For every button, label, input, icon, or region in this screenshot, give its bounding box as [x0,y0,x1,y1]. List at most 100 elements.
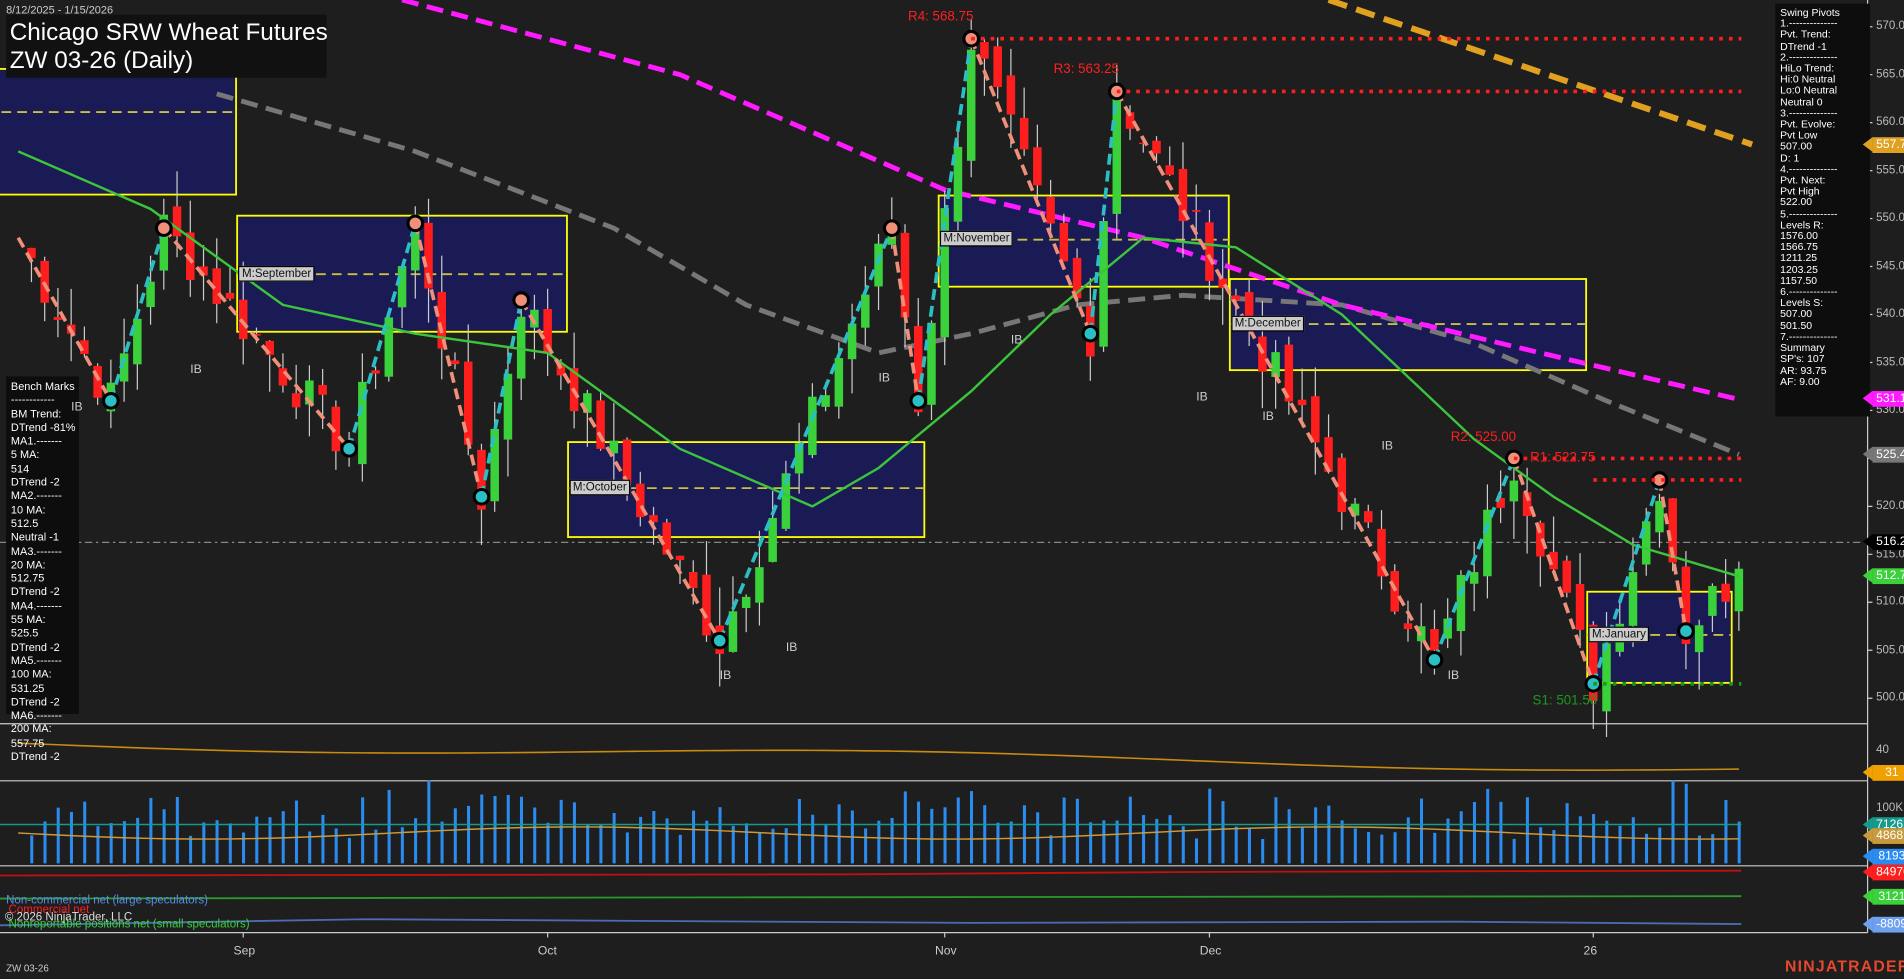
candle-body [397,266,407,308]
candle-body [1059,222,1069,262]
volume-bar [30,835,34,864]
candle-body [993,46,1002,88]
price-tag-value: 512.71 [1872,568,1904,585]
price-tag: 3121 [1862,888,1904,905]
candle-body [291,393,301,408]
bench-line: MA2.------- [10,489,62,502]
candle-body [371,370,380,374]
price-chart[interactable] [0,0,1904,979]
volume-bar [1525,797,1529,864]
volume-bar [877,820,881,864]
swing-pivot-marker [340,440,358,458]
volume-bar [956,797,960,864]
zigzag-segment [1512,457,1596,685]
zigzag-segment [969,38,1093,335]
volume-bar [1287,809,1291,864]
bench-line: 100 MA: [10,668,52,681]
candle-body [675,555,685,561]
volume-tick: 100K [1876,801,1904,815]
volume-bar [440,821,444,864]
candle-body [1562,560,1572,593]
y-tick-label: 505.00 [1876,642,1904,657]
bench-line: 200 MA: [10,723,52,736]
bench-line: DTrend -2 [10,476,60,489]
candle-body [1006,75,1016,115]
zigzag-segment [1115,90,1437,661]
candle-body [980,42,989,59]
swing-pivot-marker [102,392,120,410]
volume-bar [1194,838,1199,864]
volume-bar [811,814,815,864]
price-tag-value: 84970 [1872,863,1904,880]
volume-bar [546,822,550,864]
volume-bar [1539,827,1543,864]
candle-body [1694,625,1704,653]
volume-bar [1737,821,1741,864]
volume-bar [1102,820,1106,864]
oscillator-line [18,742,1739,771]
level-label: S1: 501.50 [1532,693,1598,709]
bench-line: BM Trend: [10,407,62,420]
ib-label: IB [785,640,798,655]
noncommercial-net-line [0,918,1742,927]
volume-bar [1009,821,1013,864]
volume-bar [586,824,590,864]
volume-bar [228,823,232,864]
price-tag-value: 525.41 [1872,446,1904,463]
volume-bar [1049,835,1053,864]
candle-body [1628,572,1638,626]
volume-bar [1168,815,1172,864]
volume-bar [718,807,722,864]
volume-bar [427,780,431,864]
price-tag: 557.72 [1862,136,1904,153]
volume-bar [467,805,471,864]
commercial-net-line [0,869,1742,877]
volume-bar [387,789,391,864]
y-tick-label: 560.00 [1876,115,1904,129]
x-tick-label: Oct [537,944,557,959]
volume-bar [837,804,841,864]
month-label: M:January [1588,626,1650,643]
bench-line: 557.75 [10,736,45,749]
price-tag-value: 531.15 [1872,391,1904,408]
instrument-label: ZW 03-26 [6,962,49,974]
swing-pivots-panel: Swing Pivots 1.-------------- Pvt. Trend: D… [1775,3,1871,417]
volume-bar [1353,828,1357,864]
price-tag-value: -88091 [1872,916,1904,932]
chart-subtitle: ZW 03-26 (Daily) [9,47,194,75]
ib-label: IB [1010,333,1023,348]
y-tick-label: 510.00 [1876,595,1904,609]
price-tag-value: 3121 [1872,888,1904,905]
volume-bars [30,780,1741,864]
volume-bar [705,820,709,864]
level-label: R2: 525.00 [1450,429,1517,444]
ib-label: IB [71,400,83,415]
bench-marks-panel: Bench Marks ------------ BM Trend: DTrend -… [6,376,79,763]
volume-bar [43,821,47,864]
x-tick-label: Nov [935,944,957,959]
volume-bar [1142,815,1146,864]
price-tag-value: 31 [1872,764,1904,781]
swing-pivot-marker [472,487,491,506]
candle-body [1509,480,1519,502]
level-label: R1: 522.75 [1530,450,1596,466]
volume-bar [1300,826,1304,864]
candle-body [927,322,936,405]
volume-bar [149,797,153,864]
bench-line: 20 MA: [10,558,46,571]
y-tick-label: 500.00 [1876,690,1904,705]
y-tick-label: 540.00 [1876,307,1904,321]
volume-bar [242,832,246,864]
volume-bar [1314,807,1318,864]
candle-body [1337,457,1347,513]
candle-body [688,571,698,588]
oscillator-tick: 40 [1876,743,1889,757]
volume-bar [493,795,497,864]
volume-bar [559,799,563,864]
zigzag-segment [718,227,894,642]
price-tag-value: 48681.24 [1872,827,1904,844]
y-tick-label: 555.00 [1876,163,1904,177]
price-tag-value: 8193 [1872,848,1904,864]
candle-body [503,373,513,440]
volume-bar [744,823,749,864]
